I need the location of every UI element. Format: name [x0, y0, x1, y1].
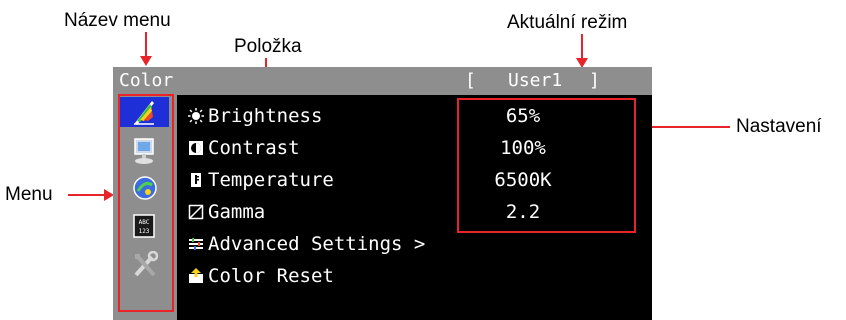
brightness-icon — [188, 108, 204, 124]
menu-item-label: Brightness — [208, 105, 323, 127]
mode-bracket-left: [ — [465, 70, 476, 91]
menu-item-brightness[interactable]: Brightness — [188, 101, 322, 131]
callout-menu-name: Název menu — [64, 10, 171, 31]
menu-item-contrast[interactable]: Contrast — [188, 133, 300, 163]
callout-current-mode: Aktuální režim — [507, 12, 628, 33]
mode-bracket-right: ] — [589, 70, 600, 91]
menu-item-label: Contrast — [208, 137, 300, 159]
menu-item-label: Temperature — [208, 169, 334, 191]
menu-item-label: Advanced Settings > — [208, 233, 426, 255]
current-mode: User1 — [508, 70, 563, 91]
menu-item-color-reset[interactable]: Color Reset — [188, 261, 334, 291]
color-reset-icon — [189, 268, 203, 283]
contrast-icon — [189, 141, 203, 155]
osd-title-bar: Color [ User1 ] — [113, 67, 652, 95]
menu-item-label: Color Reset — [208, 265, 334, 287]
highlight-menu — [118, 94, 174, 312]
temperature-icon — [191, 173, 201, 187]
callout-menu: Menu — [5, 184, 53, 205]
menu-item-gamma[interactable]: Gamma — [188, 197, 265, 227]
gamma-icon — [188, 204, 204, 220]
callout-setting: Nastavení — [736, 116, 822, 137]
advanced-settings-icon — [189, 238, 203, 250]
highlight-settings — [457, 98, 636, 233]
arrow-current-mode — [576, 34, 588, 68]
arrow-menu — [68, 189, 114, 201]
menu-item-temperature[interactable]: Temperature — [188, 165, 334, 195]
menu-item-advanced-settings[interactable]: Advanced Settings > — [188, 229, 425, 259]
menu-title: Color — [119, 70, 174, 91]
menu-item-label: Gamma — [208, 201, 266, 223]
callout-item: Položka — [234, 36, 302, 57]
arrow-menu-name — [140, 32, 152, 66]
